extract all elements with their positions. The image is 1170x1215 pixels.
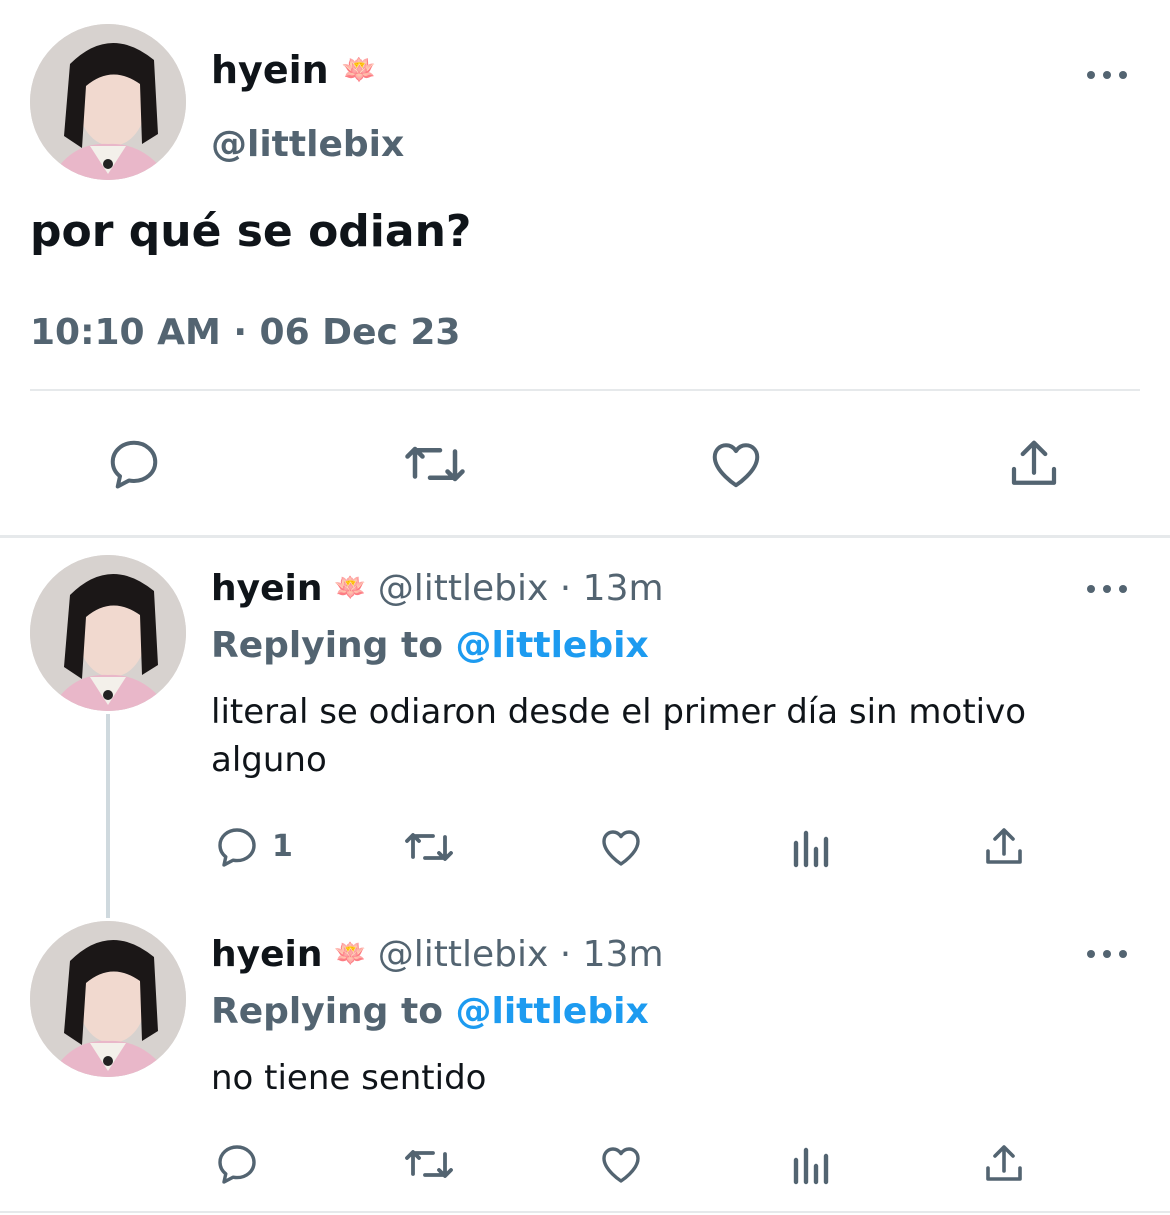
more-options-icon[interactable] [1087,69,1127,81]
replying-prefix: Replying to [211,625,443,666]
mention-link[interactable]: @littlebix [455,625,648,666]
display-name-text: hyein [211,48,329,92]
retweet-icon[interactable] [402,434,468,494]
share-icon[interactable] [1004,434,1064,494]
reply-header: hyein 🪷 @littlebix · 13m [211,568,664,609]
like-icon[interactable] [597,823,645,871]
like-icon[interactable] [706,434,766,494]
handle[interactable]: @littlebix [211,124,404,165]
display-name[interactable]: hyein 🪷 [211,48,377,92]
lotus-emoji: 🪷 [341,53,377,86]
reply-icon[interactable] [213,1140,261,1188]
replying-prefix: Replying to [211,991,443,1032]
more-options-icon[interactable] [1087,948,1127,960]
reply-time[interactable]: 13m [583,934,664,975]
divider [30,389,1140,391]
reply-icon[interactable] [213,823,261,871]
share-icon[interactable] [980,1140,1028,1188]
tweet-timestamp[interactable]: 10:10 AM · 06 Dec 23 [30,312,460,353]
section-divider [0,535,1170,538]
lotus-emoji: 🪷 [333,573,367,603]
share-icon[interactable] [980,823,1028,871]
bottom-divider [0,1211,1170,1213]
reply-text: no tiene sentido [211,1058,487,1098]
reply-icon[interactable] [104,434,164,494]
display-name[interactable]: hyein [211,934,322,975]
handle[interactable]: @littlebix [378,934,549,975]
mention-link[interactable]: @littlebix [455,991,648,1032]
handle[interactable]: @littlebix [378,568,549,609]
more-options-icon[interactable] [1087,583,1127,595]
separator: · [559,934,572,975]
reply-text: literal se odiaron desde el primer día s… [211,692,1027,780]
tweet-text: por qué se odian? [30,206,472,257]
replying-to: Replying to @littlebix [211,625,649,666]
retweet-icon[interactable] [402,1140,456,1188]
reply-header: hyein 🪷 @littlebix · 13m [211,934,664,975]
thread-line [106,714,110,918]
avatar[interactable] [30,921,186,1077]
lotus-emoji: 🪷 [333,939,367,969]
replying-to: Replying to @littlebix [211,991,649,1032]
avatar[interactable] [30,24,186,180]
reply-count: 1 [272,829,293,864]
reply-time[interactable]: 13m [583,568,664,609]
separator: · [559,568,572,609]
analytics-icon[interactable] [790,1140,834,1188]
analytics-icon[interactable] [790,823,834,871]
avatar[interactable] [30,555,186,711]
display-name[interactable]: hyein [211,568,322,609]
like-icon[interactable] [597,1140,645,1188]
retweet-icon[interactable] [402,823,456,871]
